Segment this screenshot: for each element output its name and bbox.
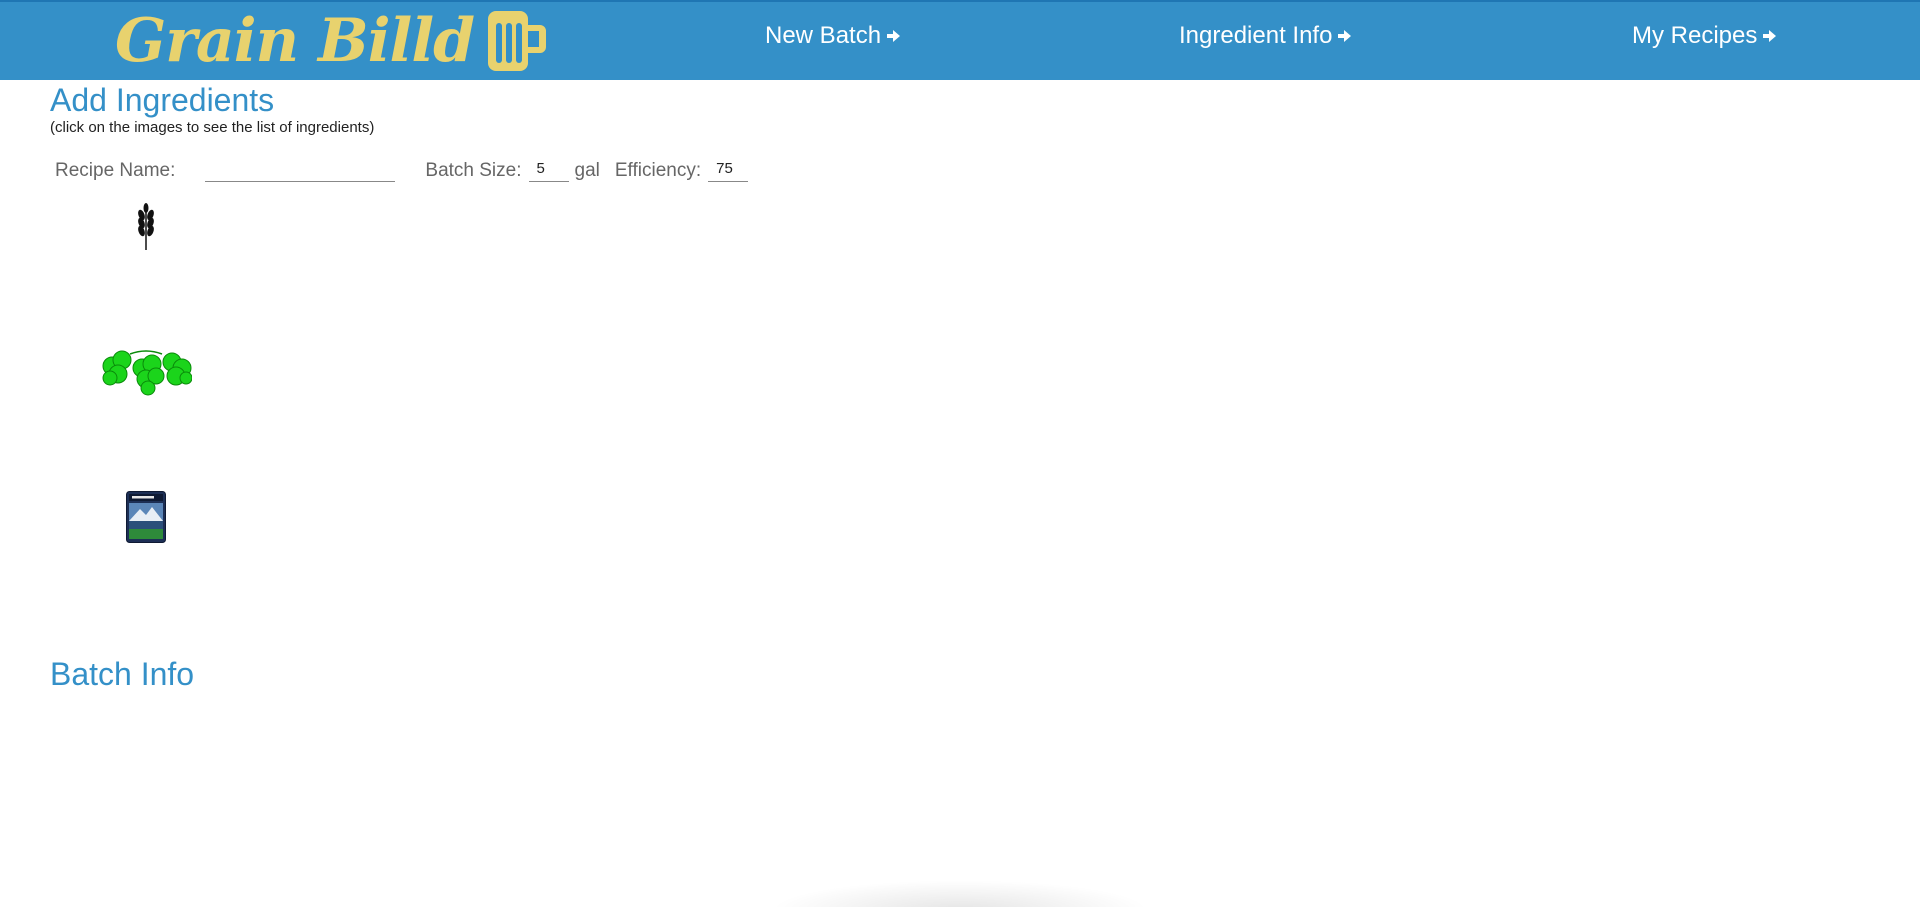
yeast-package-icon[interactable] (126, 491, 166, 543)
batch-size-label: Batch Size: (425, 160, 522, 181)
nav-new-batch[interactable]: New Batch (765, 22, 901, 50)
nav-new-batch-label: New Batch (765, 22, 882, 49)
batch-size-unit: gal (574, 160, 600, 181)
brand-name: Grain Billd (115, 6, 475, 76)
beer-mug-icon (488, 11, 547, 71)
add-ingredients-hint: (click on the images to see the list of … (50, 119, 375, 136)
grain-icon[interactable] (132, 202, 160, 252)
arrow-right-icon (1763, 30, 1777, 42)
nav-ingredient-info[interactable]: Ingredient Info (1179, 22, 1352, 50)
navbar-top-border (0, 0, 1920, 2)
brand-logo[interactable]: Grain Billd (115, 4, 548, 78)
nav-my-recipes[interactable]: My Recipes (1632, 22, 1777, 50)
bottom-shadow (770, 880, 1150, 907)
batch-info-heading: Batch Info (50, 656, 195, 692)
nav-my-recipes-label: My Recipes (1632, 22, 1758, 49)
efficiency-input[interactable] (708, 157, 749, 182)
hops-icon[interactable] (100, 346, 192, 396)
recipe-form: Recipe Name: Batch Size: gal Efficiency: (55, 154, 749, 182)
efficiency-label: Efficiency: (614, 160, 702, 181)
recipe-name-input[interactable] (205, 157, 396, 182)
arrow-right-icon (1338, 30, 1352, 42)
recipe-name-label: Recipe Name: (55, 160, 176, 181)
arrow-right-icon (887, 30, 901, 42)
batch-size-input[interactable] (528, 157, 569, 182)
top-navbar: Grain Billd New Batch Ingredient Info My… (0, 0, 1920, 80)
add-ingredients-heading: Add Ingredients (50, 82, 275, 118)
nav-ingredient-info-label: Ingredient Info (1179, 22, 1333, 49)
